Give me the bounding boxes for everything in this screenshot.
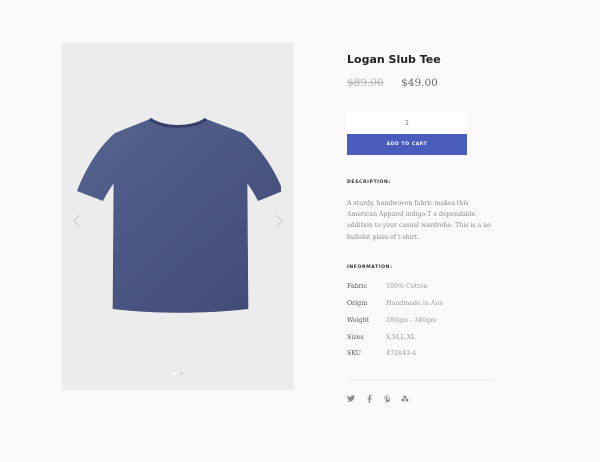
spec-key: Sizes <box>347 334 364 341</box>
description-label: DESCRIPTION: <box>347 180 391 185</box>
spec-key: Origin <box>347 300 368 307</box>
spec-value: Handmade in Aus <box>386 300 443 307</box>
dribbble-icon[interactable] <box>401 394 409 403</box>
price-row: $89.00 $49.00 <box>347 77 438 89</box>
spec-key: Fabric <box>347 283 368 290</box>
product-image <box>77 117 281 313</box>
social-share <box>347 394 409 403</box>
spec-value: 472843-4 <box>386 350 417 357</box>
divider <box>347 380 495 381</box>
spec-value: 280gm - 340gm <box>386 317 437 324</box>
product-description: A sturdy, handwoven fabric makes this Am… <box>347 200 491 241</box>
current-price: $49.00 <box>401 77 438 89</box>
quantity-input[interactable]: 1 <box>347 112 467 134</box>
spec-key: Weight <box>347 317 370 324</box>
product-title: Logan Slub Tee <box>347 53 441 66</box>
spec-value: 100% Cotton <box>386 283 428 290</box>
gallery-dot[interactable] <box>180 372 183 375</box>
original-price: $89.00 <box>347 77 384 89</box>
chevron-right-icon <box>275 214 283 228</box>
spec-value: S,M,L,XL <box>386 334 416 341</box>
spec-key: SKU <box>347 350 362 357</box>
gallery-pagination <box>62 372 294 375</box>
pinterest-icon[interactable] <box>383 394 391 403</box>
product-gallery <box>62 43 294 390</box>
add-to-cart-button[interactable]: ADD TO CART <box>347 134 467 155</box>
gallery-dot[interactable] <box>173 372 176 375</box>
twitter-icon[interactable] <box>347 394 355 403</box>
gallery-next-button[interactable] <box>272 213 286 229</box>
facebook-icon[interactable] <box>365 394 373 403</box>
information-label: INFORMATION: <box>347 265 393 270</box>
